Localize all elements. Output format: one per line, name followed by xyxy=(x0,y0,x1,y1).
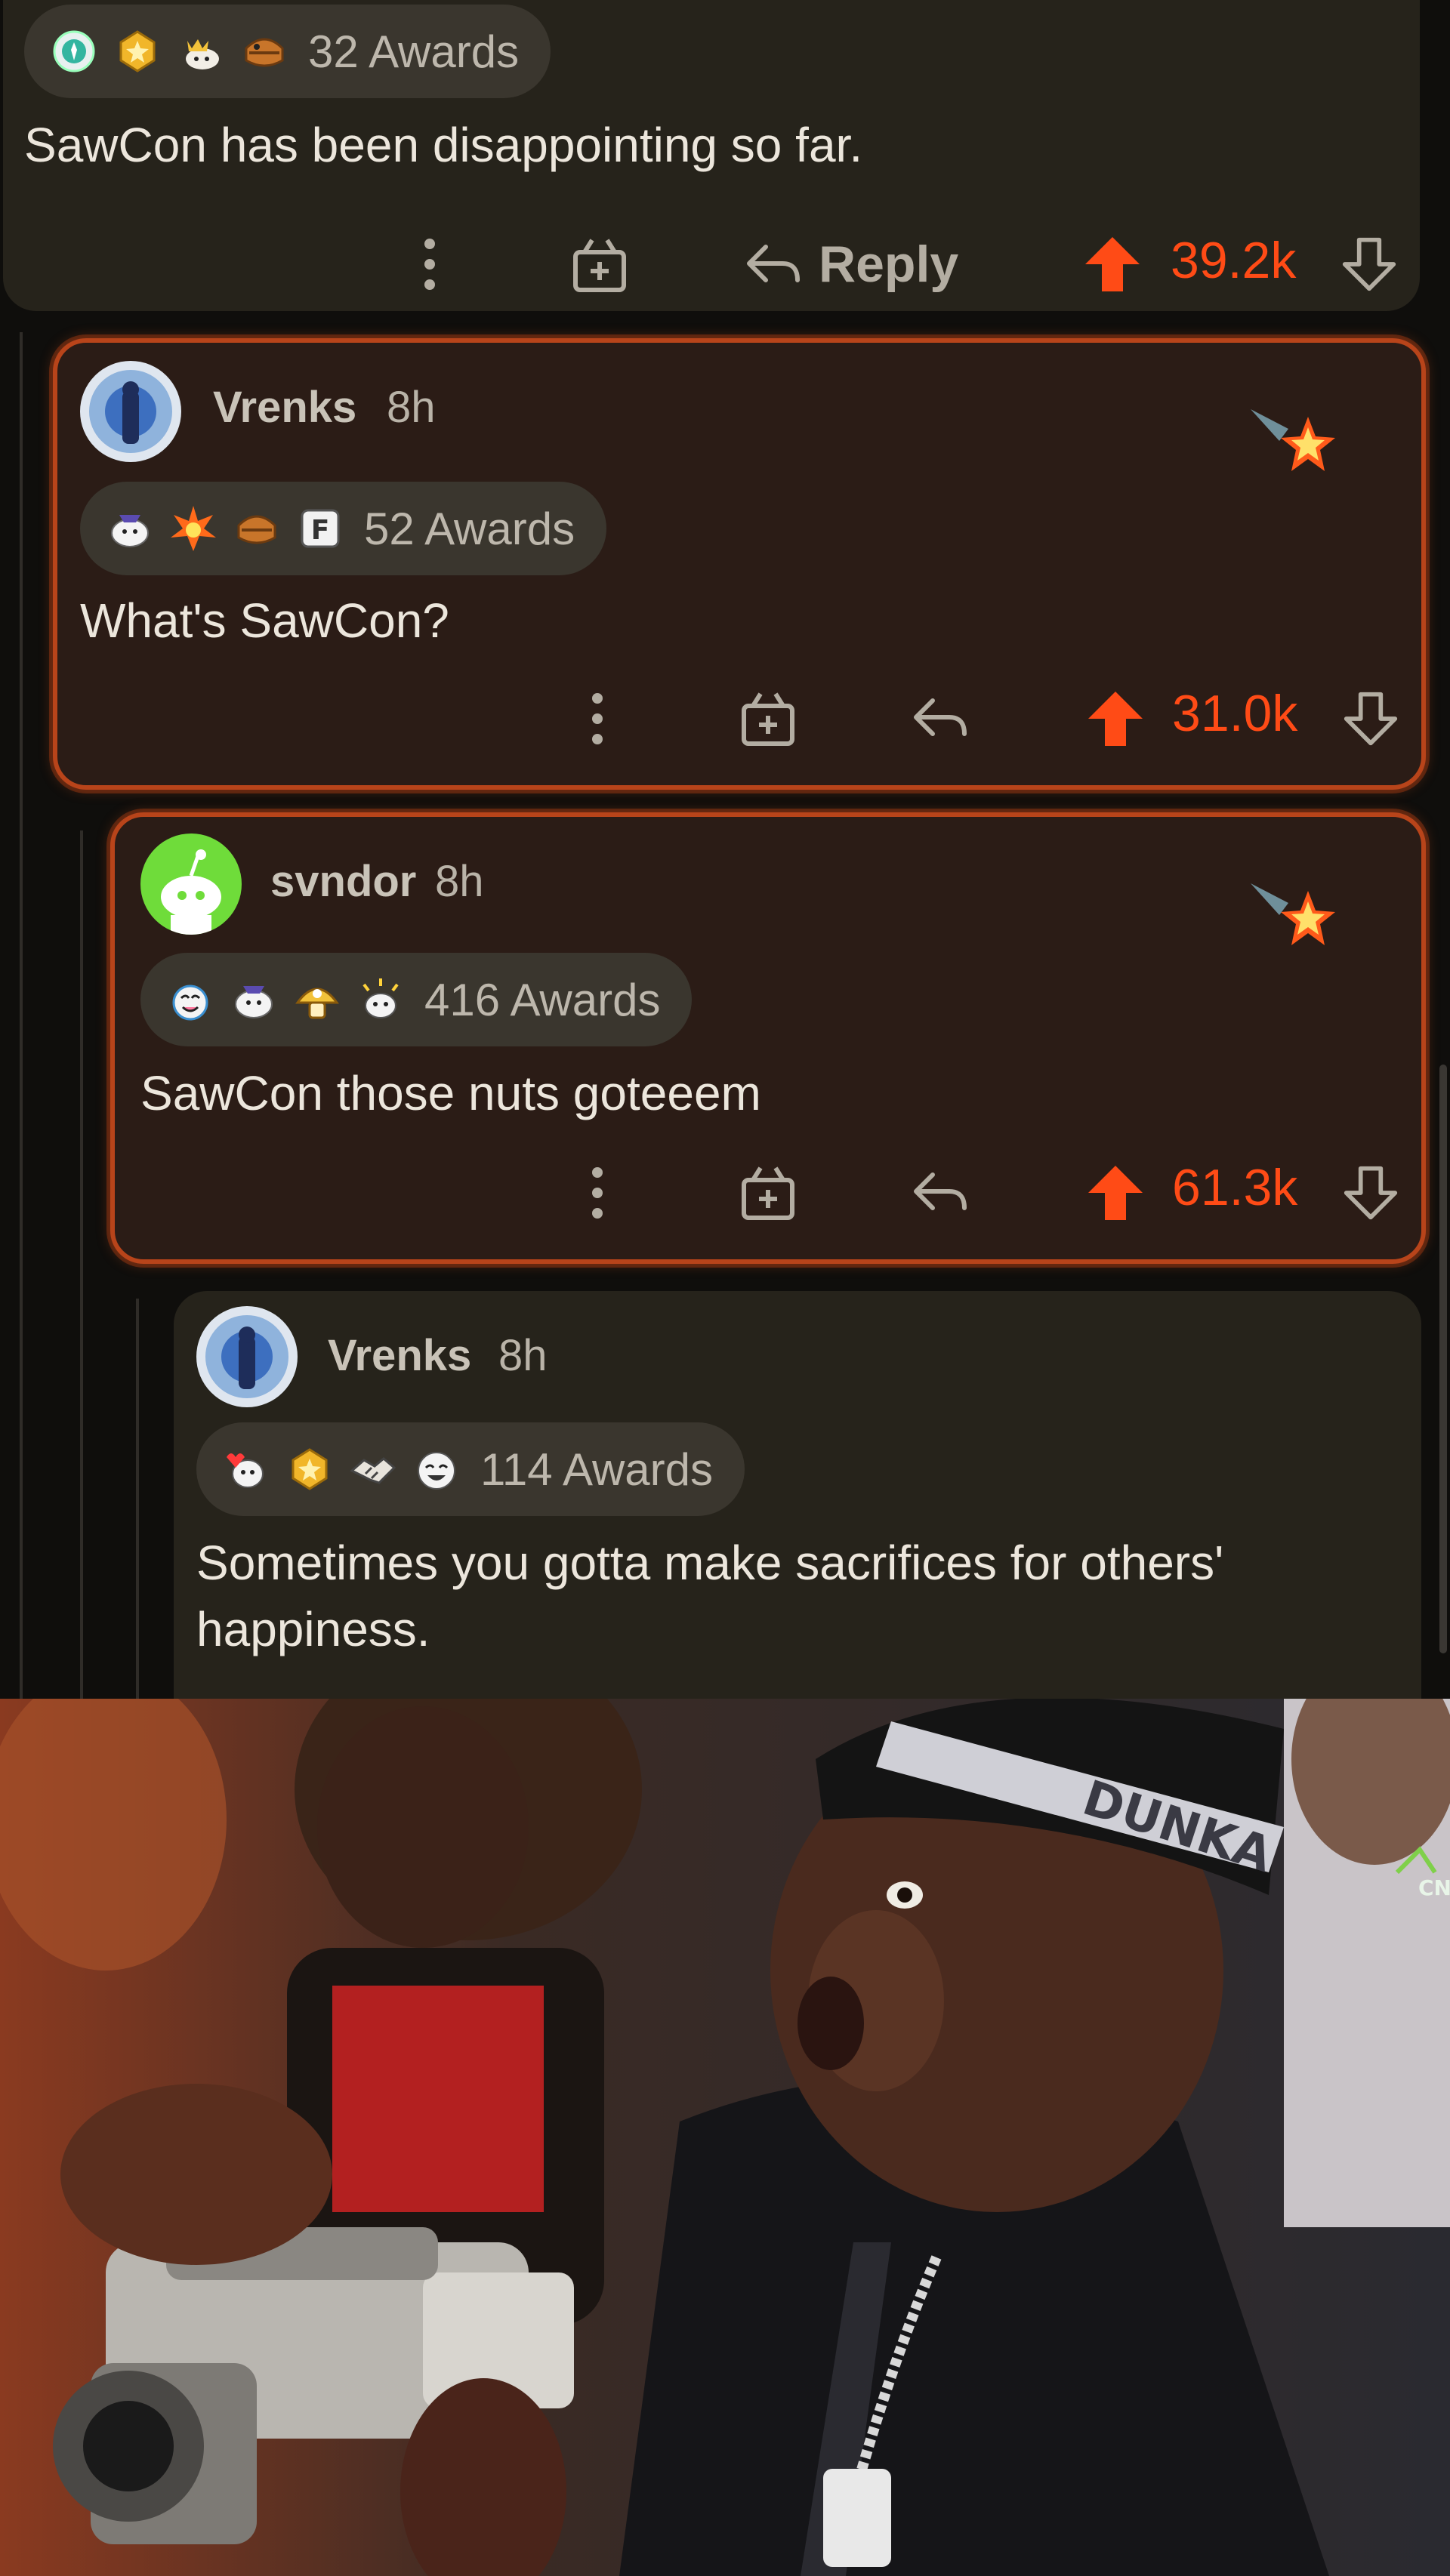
awards-count: 52 Awards xyxy=(364,503,575,554)
score: 31.0k xyxy=(1172,685,1298,742)
more-vertical-icon xyxy=(592,693,603,744)
gold-badge-award-icon xyxy=(292,1448,328,1490)
comment-body: What's SawCon? xyxy=(80,593,449,648)
handshake-award-icon xyxy=(350,1457,396,1484)
meme-reaction-image: DUNKA CN xyxy=(0,1699,1450,2576)
shooting-star-award-icon xyxy=(1251,883,1335,945)
laughing-award-icon xyxy=(418,1452,455,1490)
thread-line-level-3 xyxy=(136,1299,139,1699)
user-avatar-image xyxy=(80,361,181,462)
upvote-arrow-icon xyxy=(1085,237,1140,291)
more-options-button[interactable] xyxy=(571,681,624,756)
upvote-button[interactable] xyxy=(1083,1155,1148,1231)
wholesome-seal-award-icon xyxy=(111,515,149,547)
comment-card-top: 32 Awards SawCon has been disappointing … xyxy=(3,0,1420,311)
awards-pill[interactable]: 114 Awards xyxy=(196,1422,745,1516)
timestamp: 8h xyxy=(387,383,436,432)
thread-line-level-1 xyxy=(20,332,23,1699)
downvote-arrow-icon xyxy=(1342,237,1396,291)
score: 39.2k xyxy=(1171,232,1297,289)
timestamp: 8h xyxy=(435,857,484,906)
give-award-button[interactable] xyxy=(734,684,802,752)
more-vertical-icon xyxy=(424,239,435,290)
user-avatar-image xyxy=(196,1306,298,1407)
downvote-arrow-icon xyxy=(1344,1166,1398,1220)
snoo-avatar-image xyxy=(140,834,242,935)
reply-arrow-icon xyxy=(747,245,800,282)
bread-treasure-award-icon xyxy=(245,38,284,67)
starstruck-burst-award-icon xyxy=(171,506,216,551)
reaction-photo-illustration: DUNKA CN xyxy=(0,1699,1450,2576)
comment-card-reply-2: svndor 8h 416 Awards SawCon those nuts g… xyxy=(110,812,1426,1264)
gift-icon xyxy=(573,239,626,292)
upvote-arrow-icon xyxy=(1088,1166,1143,1220)
thread-line-level-2 xyxy=(80,830,83,1699)
upvote-arrow-icon xyxy=(1088,692,1143,746)
gift-icon xyxy=(742,692,794,746)
give-award-button[interactable] xyxy=(566,230,634,298)
downvote-button[interactable] xyxy=(1338,681,1403,756)
awards-count: 32 Awards xyxy=(308,26,520,77)
comment-card-reply-1: Vrenks 8h F 52 Awards What's SawCon? 31.… xyxy=(53,338,1426,790)
awards-pill[interactable]: 32 Awards xyxy=(24,5,551,98)
comment-body: Sometimes you gotta make sacrifices for … xyxy=(196,1536,1224,1656)
more-options-button[interactable] xyxy=(571,1155,624,1231)
reply-arrow-icon xyxy=(914,1172,967,1210)
svg-text:F: F xyxy=(311,515,330,546)
gift-icon xyxy=(742,1166,794,1220)
heartwarming-award-icon xyxy=(227,1453,264,1488)
reply-button[interactable] xyxy=(906,684,974,752)
give-award-button[interactable] xyxy=(734,1158,802,1226)
avatar[interactable] xyxy=(80,361,181,462)
wholesome-award-icon xyxy=(172,984,208,1021)
more-vertical-icon xyxy=(592,1167,603,1219)
shooting-star-award-icon xyxy=(1251,409,1335,471)
reply-button[interactable]: Reply xyxy=(743,230,958,298)
awards-count: 416 Awards xyxy=(424,974,661,1025)
comment-body: SawCon has been disappointing so far. xyxy=(24,118,863,172)
gold-mushroom-award-icon xyxy=(295,988,339,1019)
upvote-button[interactable] xyxy=(1083,681,1148,756)
downvote-button[interactable] xyxy=(1337,226,1402,302)
reply-label: Reply xyxy=(819,236,959,293)
avatar[interactable] xyxy=(196,1306,298,1407)
more-options-button[interactable] xyxy=(403,226,456,302)
downvote-arrow-icon xyxy=(1344,692,1398,746)
party-snoo-award-icon xyxy=(362,978,399,1018)
upvote-button[interactable] xyxy=(1080,226,1145,302)
gold-badge-award-icon xyxy=(119,30,156,72)
awards-count: 114 Awards xyxy=(480,1444,713,1495)
awards-pill[interactable]: 416 Awards xyxy=(140,953,693,1046)
wholesome-seal-award-icon xyxy=(235,986,273,1018)
scrollbar-thumb[interactable] xyxy=(1439,1065,1447,1653)
comment-body: SawCon those nuts goteeem xyxy=(140,1066,761,1120)
corner-logo: CN xyxy=(1418,1875,1450,1900)
press-f-award-icon: F xyxy=(301,509,340,548)
username[interactable]: svndor xyxy=(270,856,416,907)
username[interactable]: Vrenks xyxy=(328,1330,471,1381)
crown-cat-award-icon xyxy=(186,39,219,69)
avatar[interactable] xyxy=(140,834,242,935)
awards-pill[interactable]: F 52 Awards xyxy=(80,482,607,575)
timestamp: 8h xyxy=(498,1331,548,1380)
reply-arrow-icon xyxy=(914,698,967,736)
crypto-medallion-award-icon xyxy=(53,30,95,72)
username[interactable]: Vrenks xyxy=(213,382,356,433)
score: 61.3k xyxy=(1172,1159,1298,1216)
bread-treasure-award-icon xyxy=(237,515,276,544)
reply-button[interactable] xyxy=(906,1158,974,1226)
downvote-button[interactable] xyxy=(1338,1155,1403,1231)
